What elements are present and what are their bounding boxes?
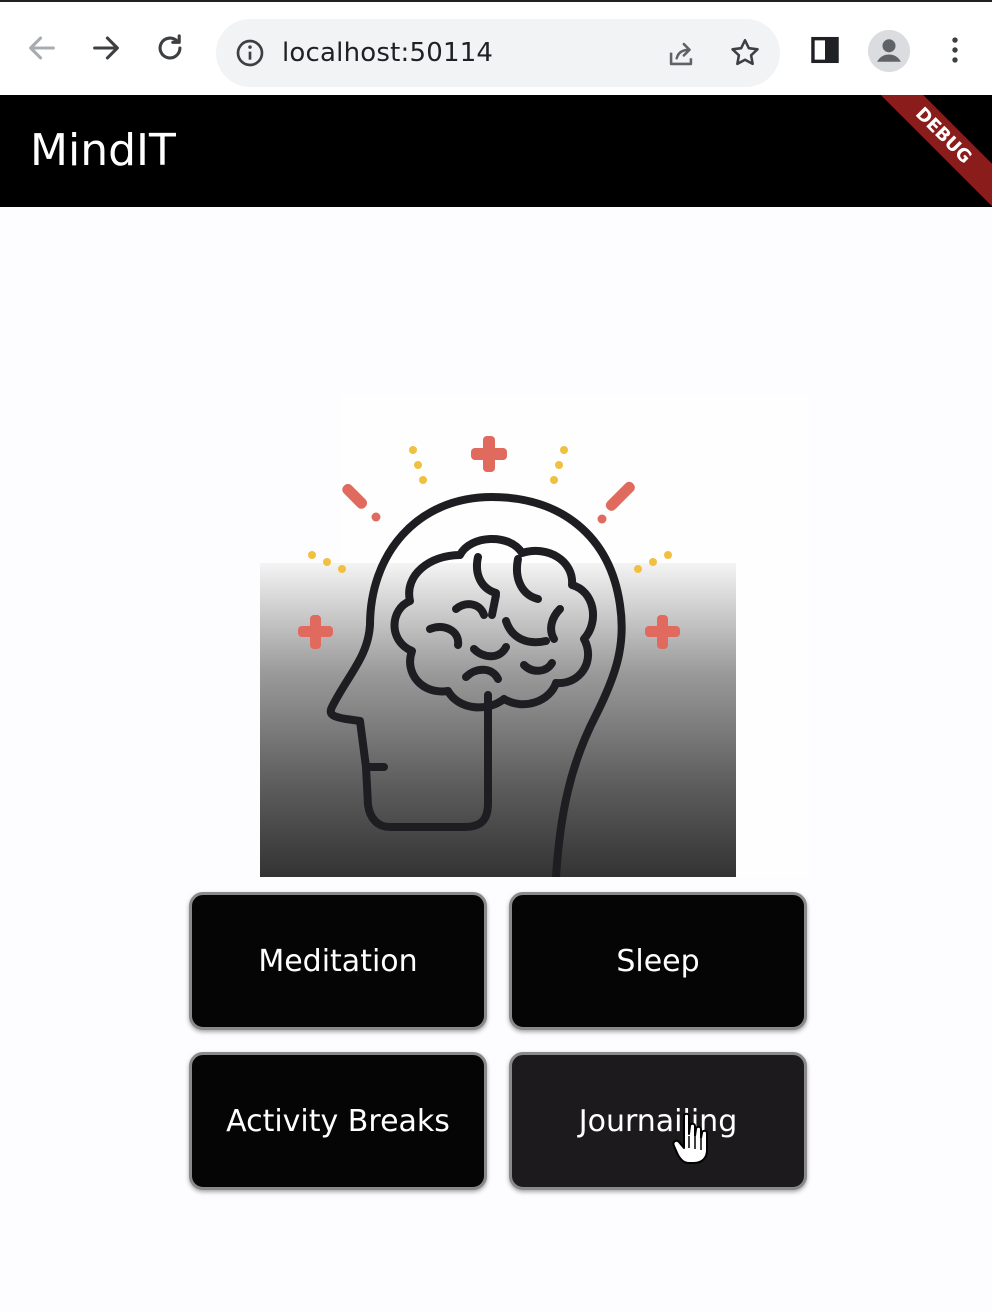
reload-button[interactable]: [148, 26, 192, 70]
activity-breaks-button[interactable]: Activity Breaks: [189, 1052, 487, 1190]
debug-banner: DEBUG: [858, 95, 992, 207]
bookmark-star-icon[interactable]: [728, 36, 762, 70]
site-info-icon[interactable]: [234, 37, 266, 69]
back-button[interactable]: [20, 26, 64, 70]
app-bar: MindIT DEBUG: [0, 95, 992, 207]
profile-avatar-icon[interactable]: [866, 28, 912, 74]
side-panel-icon[interactable]: [808, 33, 842, 67]
share-icon[interactable]: [664, 37, 698, 71]
head-brain-icon: [260, 395, 808, 877]
address-bar[interactable]: localhost:50114: [216, 19, 780, 87]
journaling-button[interactable]: Journailing: [509, 1052, 807, 1190]
browser-toolbar: localhost:50114: [0, 0, 992, 95]
arrow-left-icon: [29, 36, 55, 60]
forward-button[interactable]: [84, 26, 128, 70]
sleep-button[interactable]: Sleep: [509, 892, 807, 1030]
arrow-right-icon: [93, 36, 119, 60]
reload-icon: [158, 34, 182, 60]
url-text[interactable]: localhost:50114: [282, 38, 493, 68]
more-menu-icon[interactable]: [938, 33, 972, 67]
meditation-button[interactable]: Meditation: [189, 892, 487, 1030]
app-title: MindIT: [30, 125, 176, 176]
